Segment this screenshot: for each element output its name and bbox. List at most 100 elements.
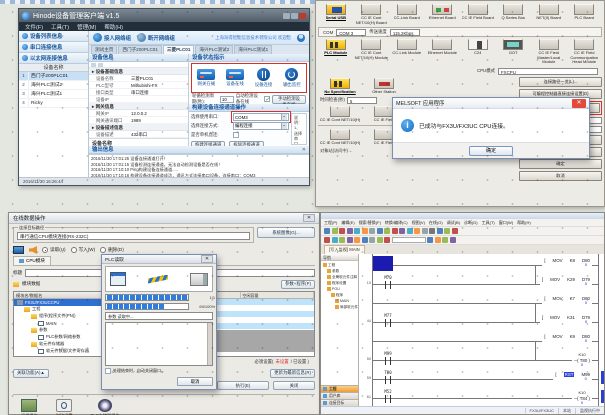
- interface-item[interactable]: Ethernet Board: [425, 3, 461, 26]
- toolbar-button-icon[interactable]: [452, 228, 458, 234]
- menu-item[interactable]: 文件(F): [25, 23, 43, 31]
- poll-interval-input[interactable]: [220, 96, 234, 103]
- menu-item[interactable]: 视图(V): [412, 220, 425, 226]
- radio-icon[interactable]: [100, 247, 106, 253]
- radio-删除(D)[interactable]: 删除(D): [100, 247, 124, 253]
- close-icon[interactable]: [299, 13, 306, 19]
- nav-collapsed-bar[interactable]: 用户库: [321, 392, 358, 399]
- minimize-icon[interactable]: [283, 13, 290, 19]
- edit-cursor-cell[interactable]: [373, 256, 393, 271]
- menu-item[interactable]: 管理(M): [77, 23, 96, 31]
- cancel-button[interactable]: 取消: [177, 377, 213, 386]
- toolbar-button-icon[interactable]: [339, 237, 345, 243]
- ladder-rung[interactable]: [MOVK9D800: [359, 330, 604, 349]
- toolbar-button-icon[interactable]: [444, 228, 450, 234]
- toolbar-button-icon[interactable]: [369, 228, 375, 234]
- device-row[interactable]: 3海兴PLC测试1: [19, 90, 88, 99]
- interface-item[interactable]: GOT: [496, 38, 532, 66]
- interface-item[interactable]: CC-Link Module: [389, 38, 425, 66]
- device-row[interactable]: 2海兴PLC测试2: [19, 81, 88, 90]
- memory-function[interactable]: PLC存储器操作: [91, 399, 120, 415]
- sidebar-item[interactable]: 串口连接信息: [19, 42, 88, 53]
- device-row[interactable]: 1西门子200PLC01: [19, 72, 88, 81]
- menu-item[interactable]: 调试(B): [447, 220, 460, 226]
- toolbar-button-icon[interactable]: [414, 228, 420, 234]
- toolbar-button-icon[interactable]: [407, 228, 413, 234]
- toolbar-button-icon[interactable]: [332, 237, 338, 243]
- interface-item[interactable]: No Specification: [318, 77, 362, 96]
- nav-tree-row[interactable]: 局部软元件注释: [321, 304, 358, 310]
- auto-check-checkbox[interactable]: [264, 96, 270, 102]
- ladder-rung[interactable]: [MOVK8D800: [359, 254, 604, 273]
- ladder-rung[interactable]: 10M70[MOVK29D790: [359, 273, 604, 292]
- connect-mode-select[interactable]: 编程连接: [233, 122, 289, 130]
- connect-network-button[interactable]: 接入网络组: [93, 33, 131, 42]
- interface-item[interactable]: CC-Link Board: [389, 3, 425, 26]
- ladder-editor[interactable]: [MOVK8D80010M70[MOVK29D790[MOVK7D80044M7…: [359, 254, 604, 406]
- od-titlebar[interactable]: 在线数据操作 ✕: [9, 213, 319, 224]
- interface-item[interactable]: NET(II) Board: [531, 3, 567, 26]
- interface-item[interactable]: CC IE Cont NET/10(H): [318, 128, 362, 147]
- interface-item[interactable]: CC IE Field Board: [460, 3, 496, 26]
- dm-titlebar[interactable]: Hinode设备管理客户端 v1.5: [19, 9, 309, 22]
- refresh-info-button[interactable]: 更新为最新信息(R): [270, 369, 315, 378]
- ladder-rung[interactable]: 44M77[MOVK31D790: [359, 311, 604, 330]
- ladder-rung[interactable]: [MOVK7D800: [359, 292, 604, 311]
- radio-icon[interactable]: [42, 247, 48, 253]
- output-close-icon[interactable]: ✕: [302, 146, 306, 154]
- interface-item[interactable]: CC IE Cont NET/10(H): [318, 105, 362, 124]
- manual-check-button[interactable]: 手动检测设备在线: [272, 95, 306, 104]
- close-icon[interactable]: ✕: [303, 214, 315, 222]
- toolbar-button-icon[interactable]: [324, 228, 330, 234]
- disconnect-network-button[interactable]: 断开网络组: [137, 33, 175, 42]
- related-functions-button[interactable]: 关联功能(A)▲: [13, 369, 49, 378]
- instruction[interactable]: [MOVK7D800: [542, 296, 592, 306]
- com-port-select[interactable]: COM3: [233, 113, 289, 121]
- interface-item[interactable]: CC IE Cont NET/10(H) Module: [354, 38, 390, 66]
- menu-item[interactable]: 帮助(H): [104, 23, 123, 31]
- device-tab[interactable]: 海兴PLC测试2: [195, 45, 233, 54]
- menu-item[interactable]: 诊断(D): [464, 220, 478, 226]
- toolbar-button-icon[interactable]: [354, 228, 360, 234]
- menu-item[interactable]: 在线(O): [429, 220, 443, 226]
- property-group-header[interactable]: ▸ 设备描述信息: [89, 124, 188, 131]
- sidebar-item[interactable]: 以太网连接信息: [19, 53, 88, 64]
- radio-读取(U)[interactable]: 读取(U): [42, 247, 66, 253]
- direct-connect-checkbox[interactable]: [233, 132, 239, 138]
- toolbar-button-icon[interactable]: [362, 228, 368, 234]
- instruction[interactable]: [MOVK29D790: [540, 277, 592, 287]
- toolbar-button-icon[interactable]: [392, 228, 398, 234]
- interface-item[interactable]: Q Series Bus: [496, 3, 532, 26]
- menu-item[interactable]: 窗口(W): [499, 220, 513, 226]
- maximize-icon[interactable]: [291, 13, 298, 19]
- instruction[interactable]: K10─( T84 )0: [572, 391, 592, 405]
- toolbar-button-icon[interactable]: [354, 237, 360, 243]
- ladder-rung[interactable]: 59T80[RSTM990: [359, 368, 604, 387]
- device-tab[interactable]: 三菱PLC01: [163, 45, 195, 54]
- toolbar-button-icon[interactable]: [435, 237, 441, 243]
- menu-item[interactable]: 工具(T): [51, 23, 69, 31]
- contact-M70[interactable]: M70: [381, 275, 395, 289]
- execute-button[interactable]: 执行(E): [217, 381, 269, 390]
- toolbar-button-icon[interactable]: [347, 228, 353, 234]
- toolbar-button-icon[interactable]: [437, 228, 443, 234]
- toolbar-button-icon[interactable]: [384, 237, 390, 243]
- toolbar-button-icon[interactable]: [347, 237, 353, 243]
- instruction[interactable]: [MOVK31D790: [540, 315, 592, 325]
- toolbar-button-icon[interactable]: [362, 237, 368, 243]
- instruction[interactable]: [RSTM990: [553, 372, 592, 382]
- ladder-rung[interactable]: 50M99K10─( T80 )0: [359, 349, 604, 368]
- close-button[interactable]: 关闭: [273, 381, 315, 390]
- property-group-header[interactable]: ▸ 设备基础信息: [89, 68, 188, 75]
- com-port-value[interactable]: COM 3: [336, 29, 366, 36]
- contact-M77[interactable]: M77: [381, 313, 395, 327]
- menu-item[interactable]: 转换/编译(C): [385, 220, 408, 226]
- remote-function[interactable]: 远程操作: [21, 399, 38, 415]
- interface-item[interactable]: Serial USB: [318, 3, 354, 26]
- progress-titlebar[interactable]: PLC读取 ✕: [102, 255, 216, 264]
- toolbar-button-icon[interactable]: [450, 237, 456, 243]
- nav-collapsed-bar[interactable]: 连接目标: [321, 399, 358, 406]
- toolbar-button-icon[interactable]: [427, 237, 433, 243]
- radio-icon[interactable]: [71, 247, 77, 253]
- device-tab[interactable]: 西门子200PLC01: [118, 45, 162, 54]
